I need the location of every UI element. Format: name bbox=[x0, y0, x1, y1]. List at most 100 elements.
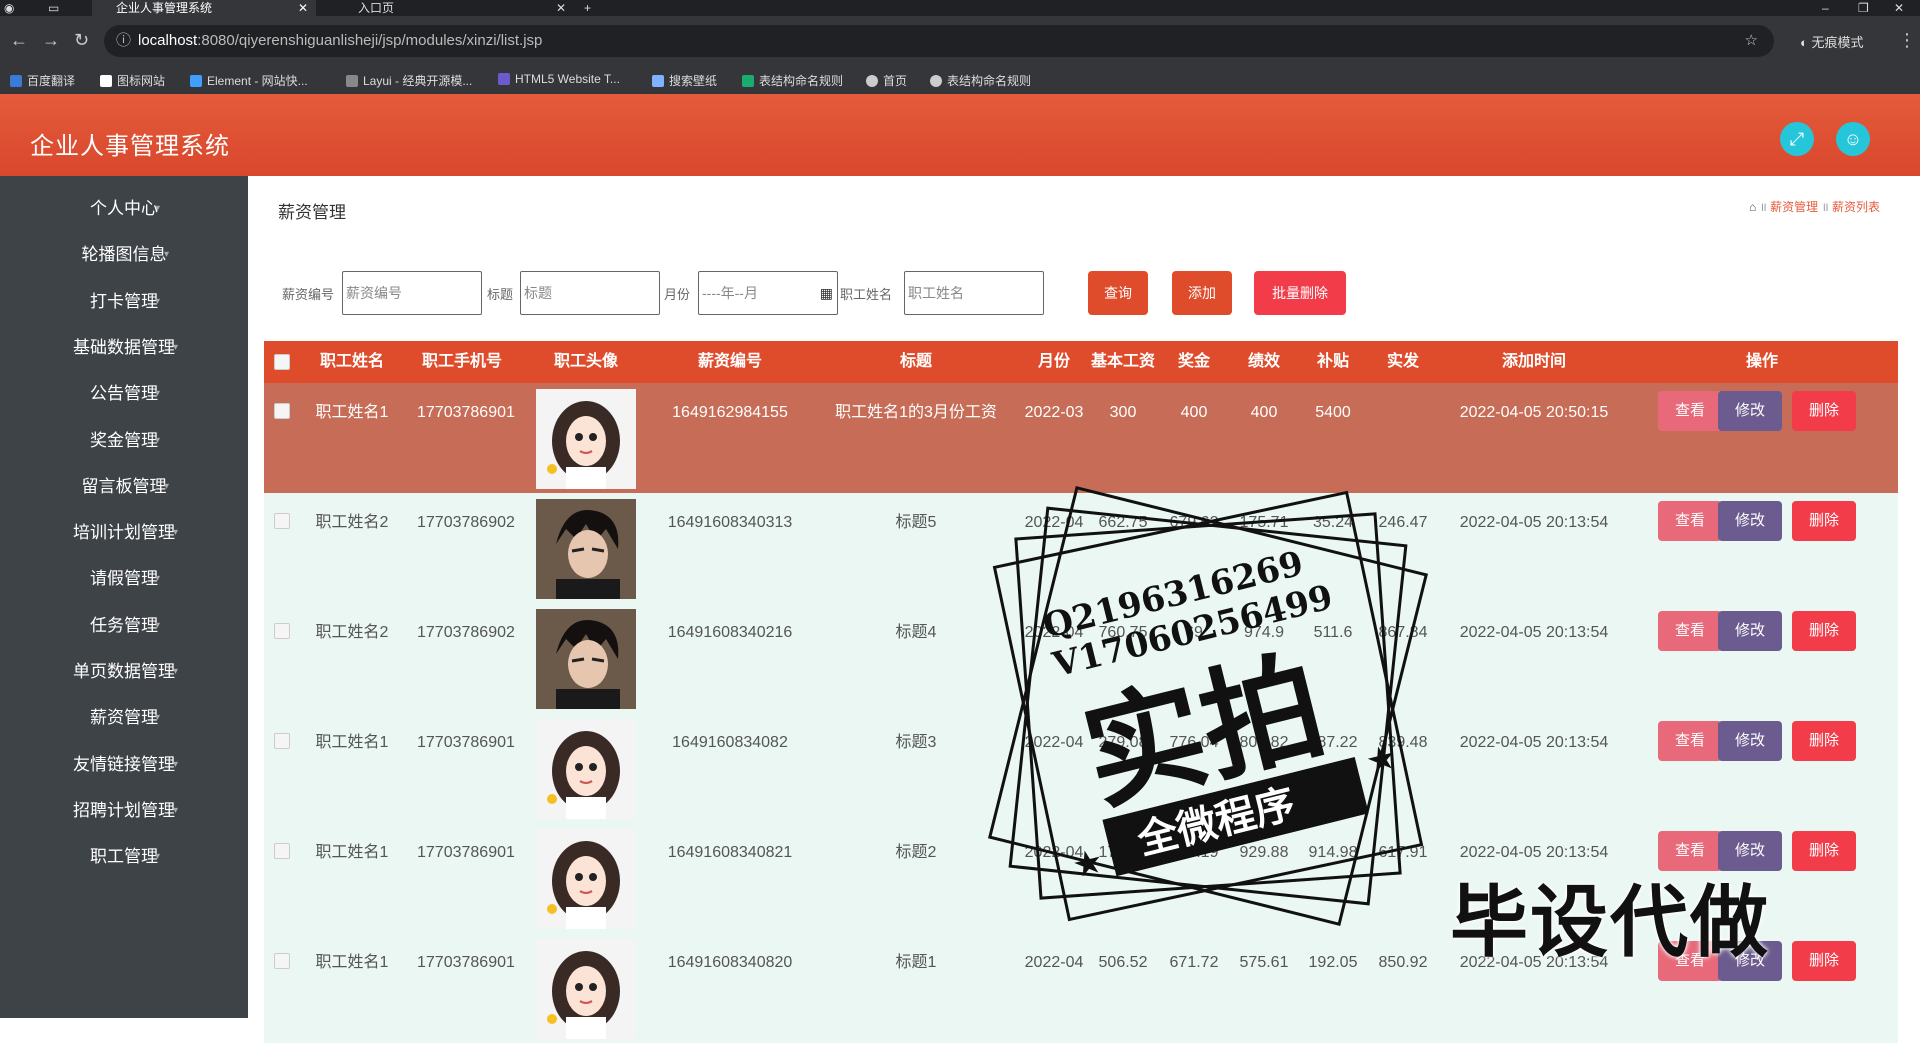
sidebar-item[interactable]: 个人中心 ▾ bbox=[0, 186, 248, 232]
view-button[interactable]: 查看 bbox=[1658, 721, 1722, 761]
maximize-icon[interactable]: ❐ bbox=[1852, 0, 1875, 16]
row-checkbox[interactable] bbox=[274, 623, 290, 639]
sidebar-item[interactable]: 基础数据管理 ▾ bbox=[0, 325, 248, 371]
forward-icon[interactable]: → bbox=[42, 30, 60, 51]
sidebar-item[interactable]: 公告管理 ▾ bbox=[0, 371, 248, 417]
title-input[interactable]: 标题 bbox=[520, 271, 660, 315]
bookmark-item[interactable]: 表结构命名规则 bbox=[742, 72, 843, 89]
star-icon[interactable]: ☆ bbox=[1745, 25, 1758, 57]
column-header: 职工姓名 bbox=[319, 353, 384, 370]
minimize-icon[interactable]: – bbox=[1816, 0, 1835, 16]
cell-name: 职工姓名1 bbox=[315, 404, 389, 421]
home-icon[interactable]: ⌂ bbox=[1749, 200, 1756, 214]
name-input[interactable]: 职工姓名 bbox=[904, 271, 1044, 315]
sidebar-item[interactable]: 轮播图信息 ▾ bbox=[0, 232, 248, 278]
app-header: 企业人事管理系统 ⤢ ☺ bbox=[0, 94, 1920, 176]
bookmark-label: 百度翻译 bbox=[27, 74, 76, 88]
column-header: 职工头像 bbox=[553, 353, 618, 370]
reload-icon[interactable]: ↻ bbox=[74, 30, 89, 51]
page-title: 薪资管理 bbox=[278, 203, 346, 222]
delete-button[interactable]: 删除 bbox=[1792, 391, 1856, 431]
chevron-down-icon: ▾ bbox=[164, 480, 170, 492]
delete-button[interactable]: 删除 bbox=[1792, 611, 1856, 651]
bookmark-item[interactable]: 图标网站 bbox=[100, 72, 165, 89]
browser-menu-icon[interactable]: ◉ bbox=[0, 0, 20, 16]
url-input[interactable]: ⓘ localhost:8080/qiyerenshiguanlisheji/j… bbox=[104, 25, 1774, 57]
close-icon[interactable]: ✕ bbox=[298, 0, 308, 16]
sidebar-item[interactable]: 打卡管理 ▾ bbox=[0, 279, 248, 325]
cell-actual: 617.91 bbox=[1378, 844, 1428, 861]
sidebar-item[interactable]: 奖金管理 ▾ bbox=[0, 418, 248, 464]
title-label: 标题 bbox=[487, 287, 514, 302]
table-row[interactable]: 职工姓名1 17703786901 1649162984155 职工姓名1的3月份工资… bbox=[264, 383, 1898, 493]
bookmark-item[interactable]: 首页 bbox=[866, 72, 907, 89]
edit-button[interactable]: 修改 bbox=[1718, 501, 1782, 541]
tab-enterprise-hr[interactable]: 企业人事管理系统 ✕ bbox=[92, 0, 316, 16]
translate-icon bbox=[10, 75, 22, 87]
sidebar-item[interactable]: 请假管理 ▾ bbox=[0, 556, 248, 602]
fullscreen-icon[interactable]: ⤢ bbox=[1780, 122, 1814, 156]
bookmark-item[interactable]: 搜索壁纸 bbox=[652, 72, 717, 89]
sidebar-item[interactable]: 薪资管理 ▾ bbox=[0, 695, 248, 741]
view-button[interactable]: 查看 bbox=[1658, 391, 1722, 431]
add-button[interactable]: 添加 bbox=[1172, 271, 1232, 315]
incognito-label: 无痕模式 bbox=[1811, 35, 1864, 50]
close-icon[interactable]: ✕ bbox=[556, 0, 566, 16]
breadcrumb-item[interactable]: 薪资管理 bbox=[1770, 200, 1818, 214]
sidebar-item[interactable]: 友情链接管理 ▾ bbox=[0, 742, 248, 788]
edit-button[interactable]: 修改 bbox=[1718, 611, 1782, 651]
more-icon[interactable]: ⋮ bbox=[1898, 30, 1916, 51]
cell-phone: 17703786901 bbox=[417, 844, 515, 861]
calendar-icon[interactable]: ▦ bbox=[820, 272, 833, 314]
table-row[interactable]: 职工姓名2 17703786902 16491608340313 标题5 2022-04… bbox=[264, 493, 1898, 603]
query-button[interactable]: 查询 bbox=[1088, 271, 1148, 315]
cell-phone: 17703786901 bbox=[417, 734, 515, 751]
sidebar-item[interactable]: 单页数据管理 ▾ bbox=[0, 649, 248, 695]
cell-time: 2022-04-05 20:13:54 bbox=[1459, 624, 1609, 641]
bookmark-item[interactable]: 表结构命名规则 bbox=[930, 72, 1031, 89]
close-window-icon[interactable]: ✕ bbox=[1888, 0, 1910, 16]
table-row[interactable]: 职工姓名1 17703786901 1649160834082 标题3 2022-04 2… bbox=[264, 713, 1898, 823]
chevron-down-icon: ▾ bbox=[155, 203, 161, 214]
delete-button[interactable]: 删除 bbox=[1792, 941, 1856, 981]
batch-delete-button[interactable]: 批量删除 bbox=[1254, 271, 1346, 315]
chevron-down-icon: ▾ bbox=[155, 851, 161, 863]
edit-button[interactable]: 修改 bbox=[1718, 721, 1782, 761]
delete-button[interactable]: 删除 bbox=[1792, 721, 1856, 761]
sidebar-item[interactable]: 职工管理 ▾ bbox=[0, 834, 248, 880]
delete-button[interactable]: 删除 bbox=[1792, 831, 1856, 871]
sidebar-item[interactable]: 招聘计划管理 ▾ bbox=[0, 788, 248, 834]
month-input[interactable]: ----年--月 ▦ bbox=[698, 271, 838, 315]
window-icon[interactable]: ▭ bbox=[44, 0, 64, 16]
column-header: 实发 bbox=[1386, 353, 1419, 370]
cell-title: 标题5 bbox=[895, 514, 937, 531]
row-checkbox[interactable] bbox=[274, 513, 290, 529]
row-checkbox[interactable] bbox=[274, 733, 290, 749]
select-all-checkbox[interactable] bbox=[274, 354, 290, 370]
bookmark-item[interactable]: 百度翻译 bbox=[10, 72, 75, 89]
bookmark-item[interactable]: Layui - 经典开源模... bbox=[346, 72, 472, 89]
incognito-badge[interactable]: ◐ 无痕模式 bbox=[1800, 32, 1863, 51]
back-icon[interactable]: ← bbox=[10, 30, 28, 51]
cell-name: 职工姓名1 bbox=[315, 954, 389, 971]
bookmark-item[interactable]: Element - 网站快... bbox=[190, 72, 308, 89]
sidebar-item[interactable]: 任务管理 ▾ bbox=[0, 603, 248, 649]
cell-actual bbox=[1358, 383, 1448, 493]
new-tab-icon[interactable]: + bbox=[578, 0, 597, 16]
table-row[interactable]: 职工姓名2 17703786902 16491608340216 标题4 2022-04… bbox=[264, 603, 1898, 713]
edit-button[interactable]: 修改 bbox=[1718, 391, 1782, 431]
delete-button[interactable]: 删除 bbox=[1792, 501, 1856, 541]
row-checkbox[interactable] bbox=[274, 953, 290, 969]
view-button[interactable]: 查看 bbox=[1658, 611, 1722, 651]
row-checkbox[interactable] bbox=[274, 403, 290, 419]
sidebar-item-label: 轮播图信息 bbox=[81, 245, 167, 265]
cell-time: 2022-04-05 20:50:15 bbox=[1459, 404, 1609, 421]
view-button[interactable]: 查看 bbox=[1658, 501, 1722, 541]
tab-entry-page[interactable]: 入口页 ✕ bbox=[334, 0, 574, 16]
bookmark-item[interactable]: HTML5 Website T... bbox=[498, 72, 620, 86]
row-checkbox[interactable] bbox=[274, 843, 290, 859]
sidebar-item[interactable]: 培训计划管理 ▾ bbox=[0, 510, 248, 556]
user-icon[interactable]: ☺ bbox=[1836, 122, 1870, 156]
salary-no-input[interactable]: 薪资编号 bbox=[342, 271, 482, 315]
sidebar-item[interactable]: 留言板管理 ▾ bbox=[0, 464, 248, 510]
